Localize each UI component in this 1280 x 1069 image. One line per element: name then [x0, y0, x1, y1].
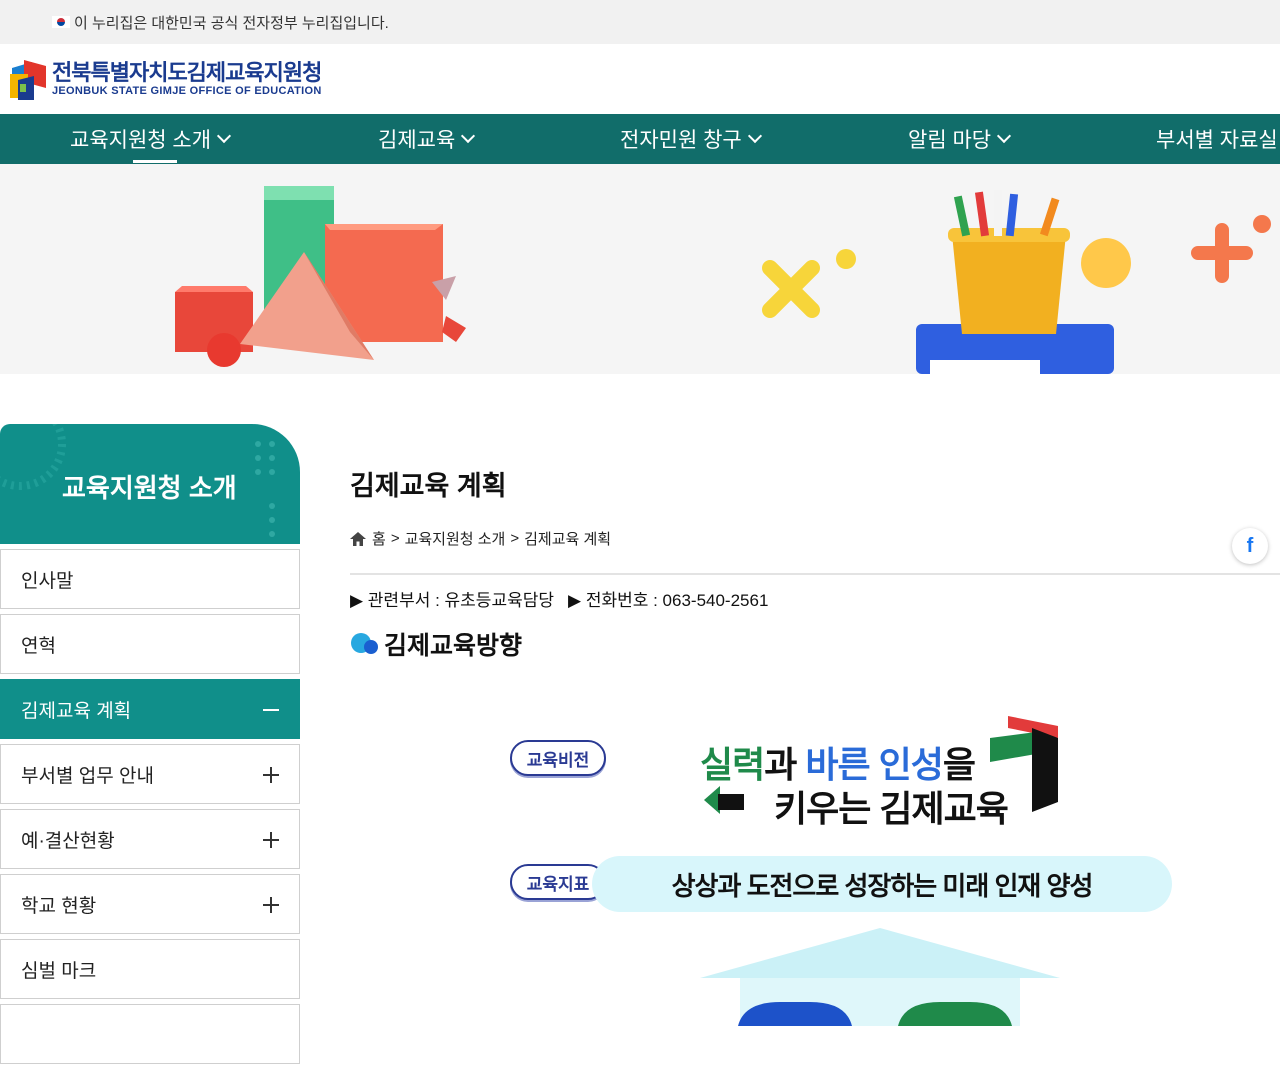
nav-item-label: 알림 마당: [908, 129, 992, 152]
education-vision-diagram: 교육비전 실력과 바른 인성을 키우는 김제교육 교육지표 상상과 도전으로 성…: [500, 706, 1180, 1026]
sidebar-item-label: 김제교육 계획: [21, 700, 132, 722]
sidebar-item-label: 부서별 업무 안내: [21, 765, 154, 787]
sidebar-item-next[interactable]: [0, 1004, 300, 1064]
nav-item-gimje-education[interactable]: 김제교육: [378, 114, 476, 164]
site-header: 전북특별자치도김제교육지원청 JEONBUK STATE GIMJE OFFIC…: [0, 44, 1280, 114]
page-title: 김제교육 계획: [350, 471, 507, 501]
vision-word-object: 을: [942, 744, 976, 785]
sidebar-item-label: 연혁: [21, 635, 56, 657]
vision-word-ability: 실력: [700, 744, 765, 785]
nav-item-label: 김제교육: [378, 129, 456, 152]
vision-flag-arrow-icon: [704, 786, 744, 814]
nav-item-civil-service[interactable]: 전자민원 창구: [620, 114, 762, 164]
chevron-down-icon: [997, 128, 1012, 144]
breadcrumb-current: 김제교육 계획: [524, 531, 612, 548]
bubble-dot-icon: [351, 633, 378, 654]
site-logo[interactable]: 전북특별자치도김제교육지원청 JEONBUK STATE GIMJE OFFIC…: [8, 58, 322, 100]
vision-flag-icon: [990, 716, 1058, 812]
sidebar-item-budget[interactable]: 예·결산현황: [0, 809, 300, 869]
sidebar-item-history[interactable]: 연혁: [0, 614, 300, 674]
logo-title-en: JEONBUK STATE GIMJE OFFICE OF EDUCATION: [52, 85, 322, 97]
plus-icon[interactable]: [263, 767, 279, 783]
minus-icon[interactable]: [263, 709, 279, 711]
nav-item-intro[interactable]: 교육지원청 소개: [70, 114, 232, 164]
office-logo-icon: [10, 60, 46, 100]
breadcrumb-level1[interactable]: 교육지원청 소개: [405, 528, 506, 549]
nav-item-label: 전자민원 창구: [620, 129, 742, 152]
nav-item-notices[interactable]: 알림 마당: [908, 114, 1012, 164]
vision-line-2: 키우는 김제교육: [774, 788, 1009, 829]
section-title-text: 김제교육방향: [384, 632, 523, 660]
vision-word-character: 바른 인성: [805, 744, 943, 785]
nav-item-dept-archive[interactable]: 부서별 자료실: [1156, 114, 1278, 164]
gov-notice-bar: 이 누리집은 대한민국 공식 전자정부 누리집입니다.: [0, 0, 1280, 44]
nav-item-label: 교육지원청 소개: [70, 129, 212, 152]
sidebar-item-label: 학교 현황: [21, 895, 97, 917]
sidebar-title-box: 교육지원청 소개: [0, 424, 300, 544]
goal-banner: 상상과 도전으로 성장하는 미래 인재 양성: [592, 856, 1172, 912]
section-title: 김제교육방향: [350, 626, 522, 662]
plus-icon[interactable]: [263, 897, 279, 913]
breadcrumb-home[interactable]: 홈: [372, 528, 386, 549]
growth-arrow-graphic: [700, 928, 1060, 1026]
gov-notice-text: 이 누리집은 대한민국 공식 전자정부 누리집입니다.: [74, 14, 389, 32]
home-icon[interactable]: [350, 531, 366, 546]
facebook-share-icon[interactable]: f: [1232, 528, 1268, 564]
dept-info: ▶ 관련부서 : 유초등교육담당 ▶ 전화번호 : 063-540-2561: [350, 586, 768, 611]
korea-flag-icon: [52, 16, 70, 28]
chevron-down-icon: [217, 128, 232, 144]
sidebar-menu: 인사말 연혁 김제교육 계획 부서별 업무 안내 예·결산현황 학교 현황 심벌…: [0, 549, 300, 1069]
vision-word-and: 과: [764, 744, 806, 785]
plus-icon[interactable]: [263, 832, 279, 848]
sidebar-title: 교육지원청 소개: [62, 473, 237, 503]
dept-label: ▶ 관련부서 : 유초등교육담당: [350, 591, 555, 610]
sidebar-item-label: 심벌 마크: [21, 960, 97, 982]
logo-title-ko: 전북특별자치도김제교육지원청: [52, 60, 322, 85]
sidebar-item-dept-guide[interactable]: 부서별 업무 안내: [0, 744, 300, 804]
sidebar-item-label: 예·결산현황: [21, 830, 115, 852]
chevron-down-icon: [747, 128, 762, 144]
content-divider: [350, 573, 1280, 575]
sidebar-item-label: 인사말: [21, 570, 74, 592]
vision-pill: 교육비전: [510, 740, 606, 776]
breadcrumb-separator: >: [390, 530, 400, 547]
sub-visual-banner: [0, 164, 1280, 374]
sidebar-item-school-status[interactable]: 학교 현황: [0, 874, 300, 934]
phone-label: ▶ 전화번호 : 063-540-2561: [568, 591, 769, 610]
breadcrumb-separator: >: [510, 530, 520, 547]
breadcrumb: 홈 > 교육지원청 소개 > 김제교육 계획: [350, 528, 611, 549]
nav-item-label: 부서별 자료실: [1156, 129, 1278, 152]
main-nav: 교육지원청 소개 김제교육 전자민원 창구 알림 마당 부서별 자료실: [0, 114, 1280, 164]
sidebar-item-greeting[interactable]: 인사말: [0, 549, 300, 609]
sidebar-item-symbol-mark[interactable]: 심벌 마크: [0, 939, 300, 999]
chevron-down-icon: [461, 128, 476, 144]
banner-illustration: [175, 186, 1271, 374]
sidebar-item-education-plan[interactable]: 김제교육 계획: [0, 679, 300, 739]
